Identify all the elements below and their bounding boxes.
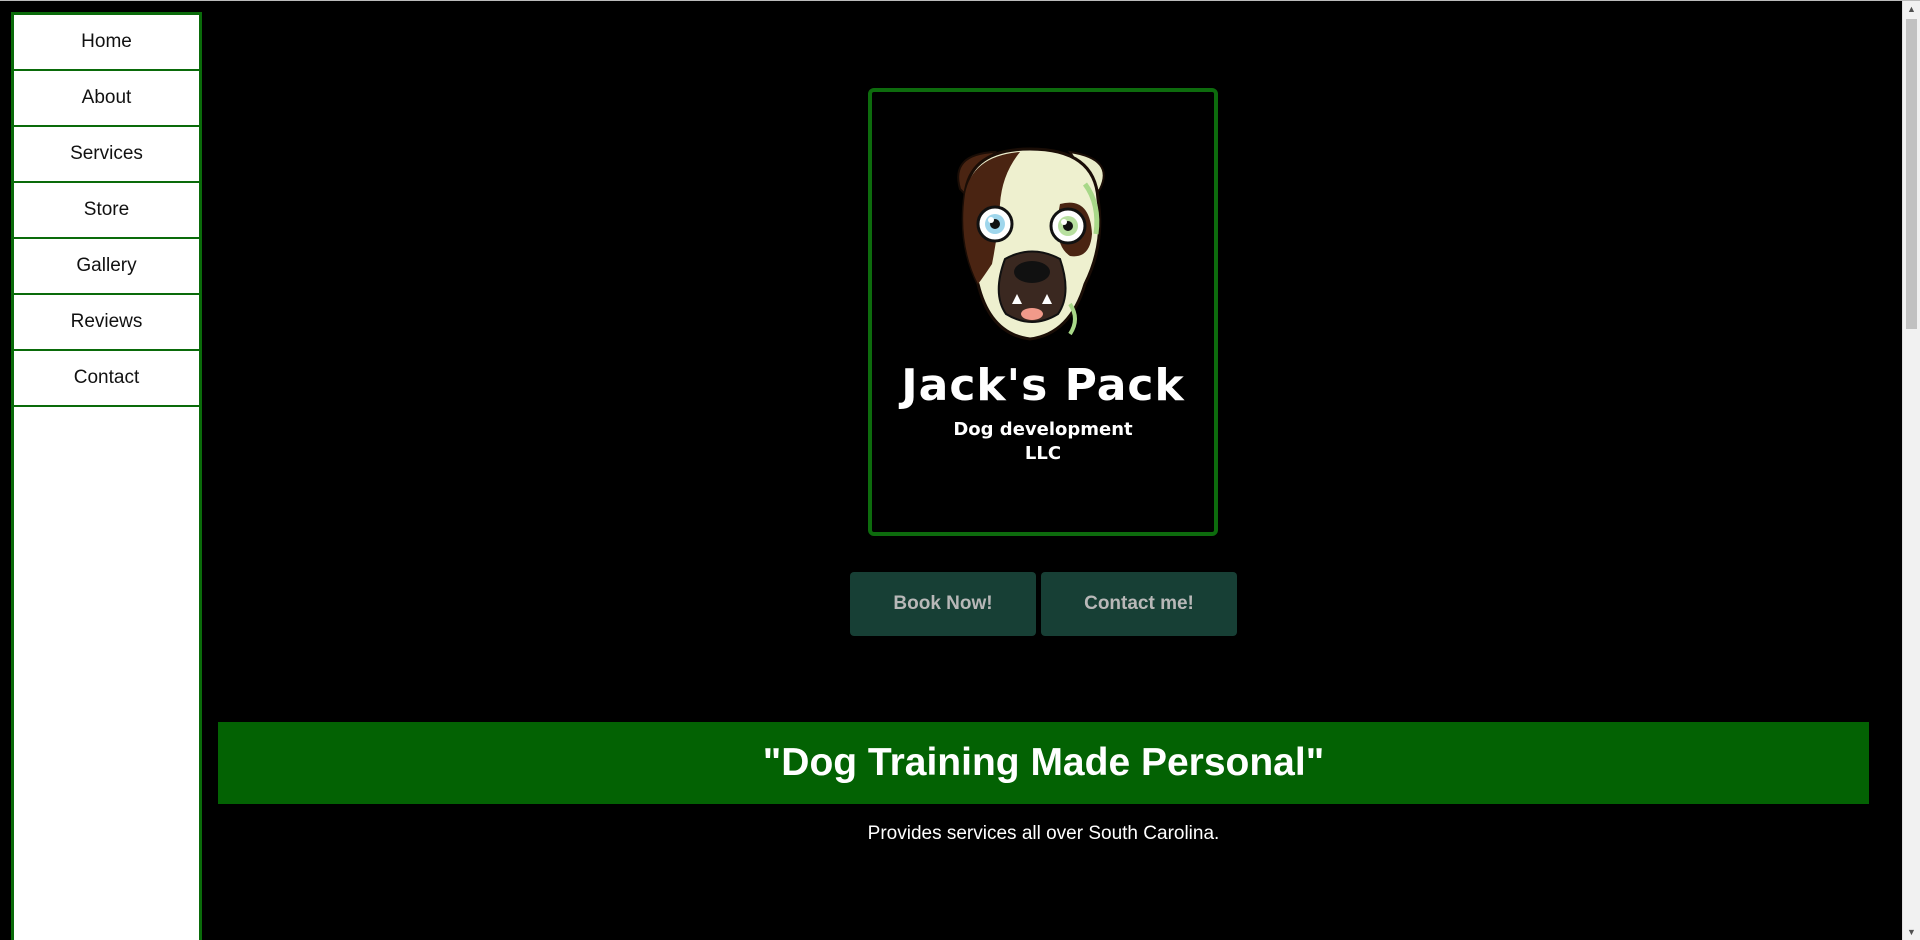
sidebar-item-gallery[interactable]: Gallery <box>14 239 199 295</box>
service-area-text: Provides services all over South Carolin… <box>867 823 1220 844</box>
sidebar-item-about[interactable]: About <box>14 71 199 127</box>
logo-subtitle-line-2: LLC <box>1024 443 1062 464</box>
sidebar-item-services[interactable]: Services <box>14 127 199 183</box>
sidebar-nav: Home About Services Store Gallery Review… <box>11 12 202 940</box>
logo-title: Jack's Pack <box>901 360 1185 411</box>
scroll-down-arrow-icon[interactable]: ▼ <box>1903 924 1920 940</box>
vertical-scrollbar[interactable]: ▲ ▼ <box>1902 1 1920 940</box>
logo-subtitle: Dog development LLC <box>872 418 1214 466</box>
cta-button-row: Book Now! Contact me! <box>850 572 1237 636</box>
main-content: Jack's Pack Dog development LLC Book Now… <box>218 1 1869 940</box>
scrollbar-thumb[interactable] <box>1906 19 1917 329</box>
scroll-up-arrow-icon[interactable]: ▲ <box>1903 1 1920 18</box>
logo: Jack's Pack Dog development LLC <box>868 88 1218 536</box>
bulldog-face-icon <box>957 147 1105 341</box>
nav-list: Home About Services Store Gallery Review… <box>14 15 199 407</box>
sidebar-item-store[interactable]: Store <box>14 183 199 239</box>
contact-me-button[interactable]: Contact me! <box>1041 572 1237 636</box>
slogan-banner: "Dog Training Made Personal" <box>218 722 1869 804</box>
sidebar-item-home[interactable]: Home <box>14 15 199 71</box>
logo-subtitle-line-1: Dog development <box>953 419 1133 440</box>
sidebar-item-reviews[interactable]: Reviews <box>14 295 199 351</box>
book-now-button[interactable]: Book Now! <box>850 572 1036 636</box>
page: Home About Services Store Gallery Review… <box>0 0 1920 940</box>
sidebar-item-contact[interactable]: Contact <box>14 351 199 407</box>
